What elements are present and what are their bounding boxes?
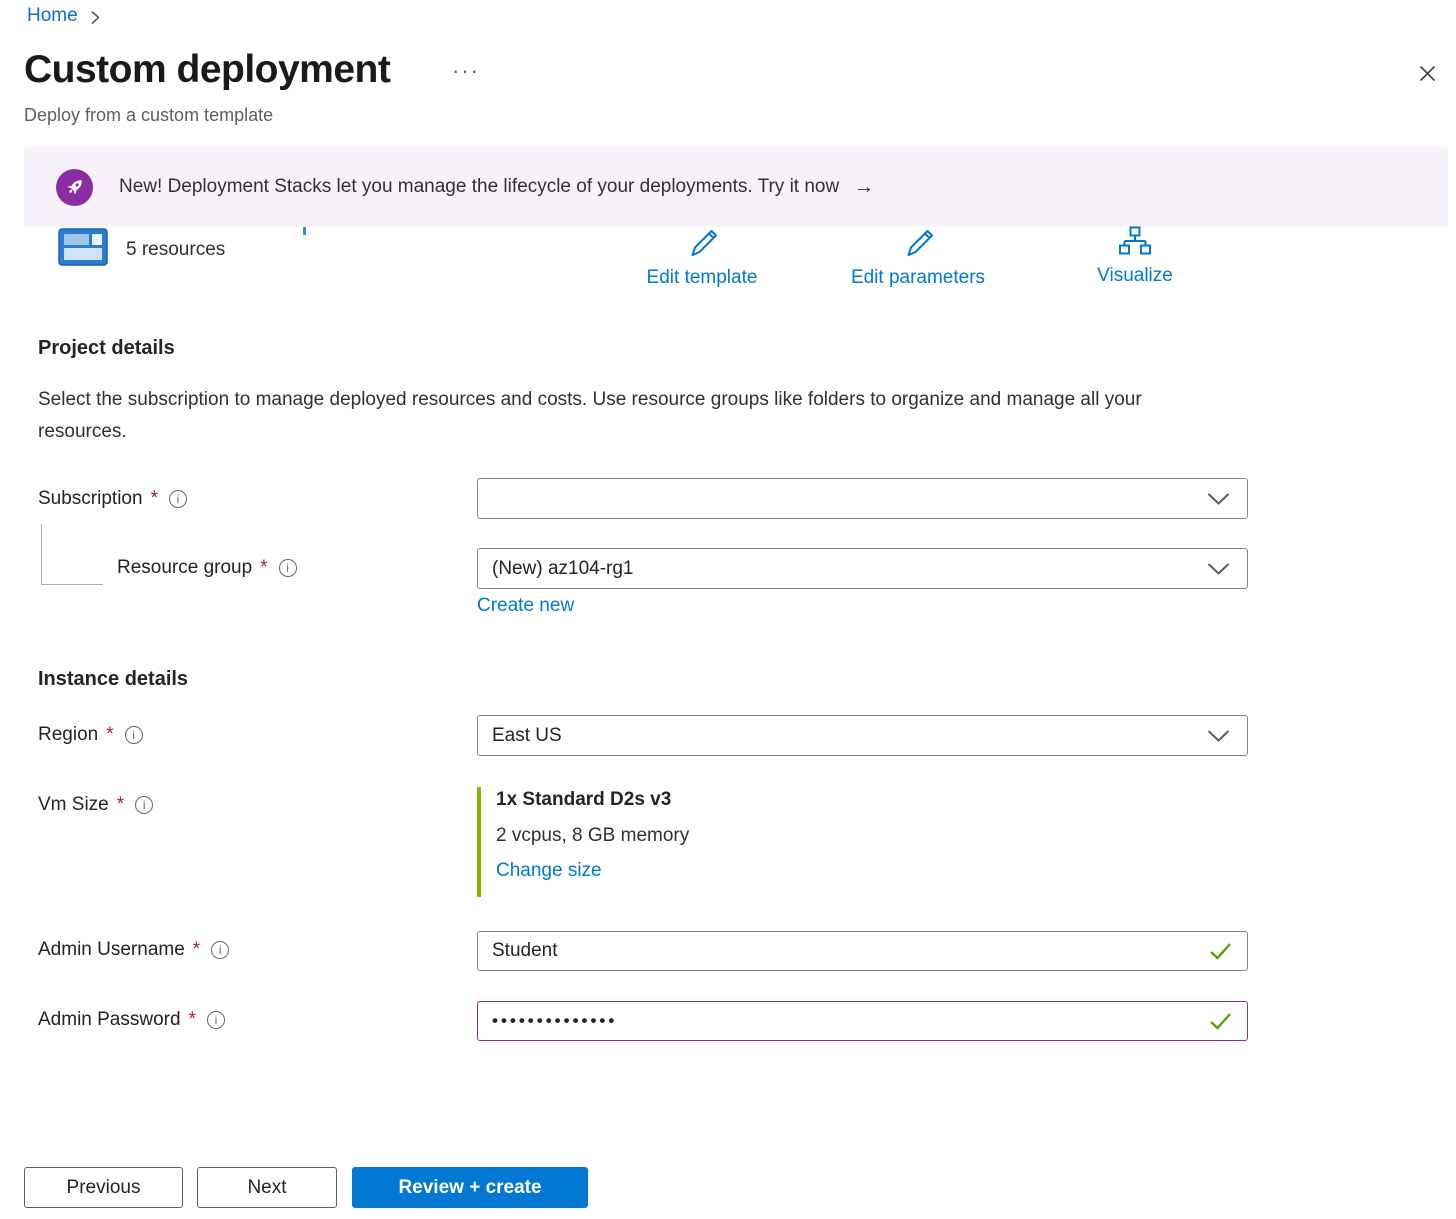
check-icon xyxy=(1209,1012,1232,1031)
required-asterisk: * xyxy=(193,939,200,961)
info-icon[interactable] xyxy=(211,941,229,959)
resource-group-value: (New) az104-rg1 xyxy=(492,558,634,580)
chevron-down-icon xyxy=(1207,562,1230,575)
edit-template-link[interactable]: Edit template xyxy=(632,226,772,289)
template-summary: 5 resources xyxy=(58,228,225,271)
resource-group-label: Resource group * xyxy=(117,557,297,579)
custom-deployment-page: Home Custom deployment ··· Deploy from a… xyxy=(0,0,1456,1219)
check-icon xyxy=(1209,942,1232,961)
vm-size-label-text: Vm Size xyxy=(38,794,109,816)
change-size-link[interactable]: Change size xyxy=(496,860,602,882)
info-icon[interactable] xyxy=(135,796,153,814)
visualize-link[interactable]: Visualize xyxy=(1065,226,1205,287)
resource-group-connector-line xyxy=(41,524,103,585)
page-subtitle: Deploy from a custom template xyxy=(24,105,273,126)
chevron-right-icon xyxy=(90,10,101,25)
more-options-icon[interactable]: ··· xyxy=(452,58,480,84)
breadcrumb: Home xyxy=(27,5,101,27)
next-button[interactable]: Next xyxy=(197,1167,337,1208)
resource-group-dropdown[interactable]: (New) az104-rg1 xyxy=(477,548,1248,589)
admin-password-field xyxy=(477,1001,1248,1041)
region-value: East US xyxy=(492,725,562,747)
admin-password-label: Admin Password * xyxy=(38,1009,225,1031)
edit-parameters-link[interactable]: Edit parameters xyxy=(838,226,998,289)
edit-parameters-label: Edit parameters xyxy=(851,267,985,289)
chevron-down-icon xyxy=(1207,492,1230,505)
banner-text: New! Deployment Stacks let you manage th… xyxy=(119,176,839,198)
vm-size-title: 1x Standard D2s v3 xyxy=(496,789,689,811)
pencil-icon xyxy=(686,226,718,264)
admin-username-label: Admin Username * xyxy=(38,939,229,961)
cropped-text-artifact xyxy=(303,227,306,235)
close-button[interactable] xyxy=(1411,60,1443,92)
subscription-label-text: Subscription xyxy=(38,488,143,510)
project-details-heading: Project details xyxy=(38,337,175,360)
vm-size-label: Vm Size * xyxy=(38,794,153,816)
project-details-description: Select the subscription to manage deploy… xyxy=(38,384,1188,448)
page-title: Custom deployment xyxy=(24,48,390,92)
region-label: Region * xyxy=(38,724,143,746)
create-new-link[interactable]: Create new xyxy=(477,595,574,617)
admin-username-label-text: Admin Username xyxy=(38,939,185,961)
visualize-label: Visualize xyxy=(1097,265,1173,287)
deployment-stacks-banner: New! Deployment Stacks let you manage th… xyxy=(24,147,1448,227)
resource-group-label-text: Resource group xyxy=(117,557,252,579)
previous-button[interactable]: Previous xyxy=(24,1167,183,1208)
vm-size-detail: 2 vcpus, 8 GB memory xyxy=(496,825,689,847)
admin-password-input[interactable] xyxy=(492,1011,1201,1031)
subscription-dropdown[interactable] xyxy=(477,478,1248,519)
admin-username-input[interactable] xyxy=(492,940,1201,962)
info-icon[interactable] xyxy=(169,490,187,508)
review-create-button[interactable]: Review + create xyxy=(352,1167,588,1208)
arrow-right-icon[interactable]: → xyxy=(853,175,874,199)
rocket-icon xyxy=(56,169,93,206)
required-asterisk: * xyxy=(117,794,124,816)
breadcrumb-home-link[interactable]: Home xyxy=(27,5,78,27)
region-dropdown[interactable]: East US xyxy=(477,715,1248,756)
pencil-icon xyxy=(902,226,934,264)
org-chart-icon xyxy=(1118,226,1152,262)
info-icon[interactable] xyxy=(125,726,143,744)
template-icon xyxy=(58,228,108,271)
close-icon xyxy=(1418,64,1437,88)
admin-username-field xyxy=(477,931,1248,971)
chevron-down-icon xyxy=(1207,729,1230,742)
edit-template-label: Edit template xyxy=(647,267,758,289)
info-icon[interactable] xyxy=(279,559,297,577)
admin-password-label-text: Admin Password xyxy=(38,1009,181,1031)
region-label-text: Region xyxy=(38,724,98,746)
instance-details-heading: Instance details xyxy=(38,668,188,691)
resources-count-label: 5 resources xyxy=(126,239,225,261)
vm-size-summary: 1x Standard D2s v3 2 vcpus, 8 GB memory … xyxy=(477,787,689,897)
required-asterisk: * xyxy=(189,1009,196,1031)
info-icon[interactable] xyxy=(207,1011,225,1029)
required-asterisk: * xyxy=(106,724,113,746)
subscription-label: Subscription * xyxy=(38,488,187,510)
required-asterisk: * xyxy=(260,557,267,579)
required-asterisk: * xyxy=(151,488,158,510)
